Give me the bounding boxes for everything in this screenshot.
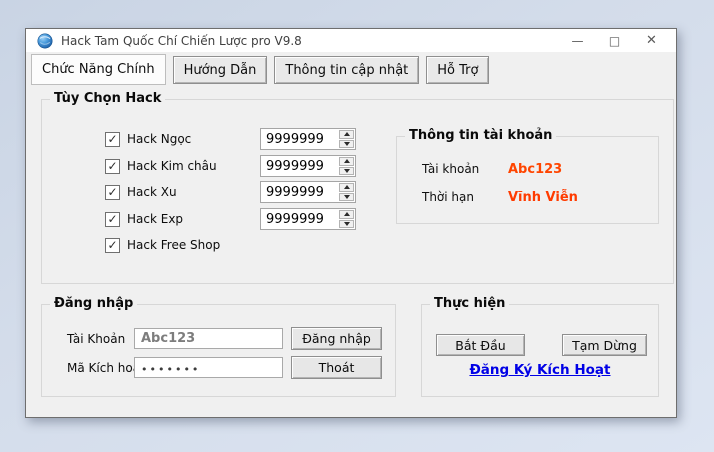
check-icon: ✓ bbox=[107, 213, 117, 225]
account-row: Tài khoản Abc123 bbox=[422, 161, 562, 177]
hack-options-title: Tùy Chọn Hack bbox=[50, 91, 165, 106]
expiry-row: Thời hạn Vĩnh Viễn bbox=[422, 189, 578, 205]
checkbox-hack-ngoc[interactable]: ✓ bbox=[105, 132, 120, 147]
checkbox-label: Hack Kim châu bbox=[127, 159, 217, 173]
spin-up-button[interactable] bbox=[339, 210, 354, 219]
spin-down-icon bbox=[344, 169, 350, 173]
username-field[interactable]: Abc123 bbox=[134, 328, 283, 349]
spin-up-button[interactable] bbox=[339, 183, 354, 192]
spin-down-button[interactable] bbox=[339, 140, 354, 149]
numeric-value[interactable]: 9999999 bbox=[261, 156, 338, 176]
numeric-hack-ngoc: 9999999 bbox=[260, 128, 356, 150]
spin-down-icon bbox=[344, 142, 350, 146]
maximize-icon[interactable]: □ bbox=[596, 29, 633, 52]
titlebar[interactable]: Hack Tam Quốc Chí Chiến Lược pro V9.8 — … bbox=[26, 29, 676, 52]
check-icon: ✓ bbox=[107, 186, 117, 198]
numeric-value[interactable]: 9999999 bbox=[261, 129, 338, 149]
spin-down-icon bbox=[344, 222, 350, 226]
spin-up-button[interactable] bbox=[339, 130, 354, 139]
tab-update-info[interactable]: Thông tin cập nhật bbox=[274, 56, 419, 84]
minimize-icon[interactable]: — bbox=[559, 29, 596, 52]
spin-down-button[interactable] bbox=[339, 220, 354, 229]
hack-row-freeshop: ✓ Hack Free Shop bbox=[105, 237, 220, 253]
account-value: Abc123 bbox=[508, 162, 562, 177]
register-activation-link[interactable]: Đăng Ký Kích Hoạt bbox=[422, 362, 658, 378]
numeric-value[interactable]: 9999999 bbox=[261, 182, 338, 202]
tab-instructions[interactable]: Hướng Dẫn bbox=[173, 56, 268, 84]
activation-code-field[interactable]: ••••••• bbox=[134, 357, 283, 378]
checkbox-label: Hack Xu bbox=[127, 185, 177, 199]
numeric-value[interactable]: 9999999 bbox=[261, 209, 338, 229]
spin-up-icon bbox=[344, 185, 350, 189]
tab-bar: Chức Năng Chính Hướng Dẫn Thông tin cập … bbox=[31, 54, 489, 85]
exit-button[interactable]: Thoát bbox=[291, 356, 382, 379]
checkbox-hack-kimchau[interactable]: ✓ bbox=[105, 159, 120, 174]
login-title: Đăng nhập bbox=[50, 296, 137, 311]
start-button[interactable]: Bắt Đầu bbox=[436, 334, 525, 356]
tab-main-functions[interactable]: Chức Năng Chính bbox=[31, 54, 166, 85]
hack-row-kimchau: ✓ Hack Kim châu bbox=[105, 158, 217, 174]
checkbox-hack-xu[interactable]: ✓ bbox=[105, 185, 120, 200]
numeric-hack-kimchau: 9999999 bbox=[260, 155, 356, 177]
username-label: Tài Khoản bbox=[67, 332, 125, 346]
execute-title: Thực hiện bbox=[430, 296, 509, 311]
checkbox-label: Hack Free Shop bbox=[127, 238, 220, 252]
expiry-value: Vĩnh Viễn bbox=[508, 190, 578, 205]
spin-up-icon bbox=[344, 132, 350, 136]
login-group: Đăng nhập Tài Khoản Abc123 Đăng nhập Mã … bbox=[41, 304, 396, 397]
spinner bbox=[338, 209, 355, 229]
hack-row-exp: ✓ Hack Exp bbox=[105, 211, 183, 227]
window-title: Hack Tam Quốc Chí Chiến Lược pro V9.8 bbox=[61, 34, 302, 48]
spinner bbox=[338, 129, 355, 149]
account-info-title: Thông tin tài khoản bbox=[405, 128, 556, 143]
account-label: Tài khoản bbox=[422, 162, 482, 176]
checkbox-label: Hack Exp bbox=[127, 212, 183, 226]
app-window: Hack Tam Quốc Chí Chiến Lược pro V9.8 — … bbox=[25, 28, 677, 418]
caption-buttons: — □ ✕ bbox=[559, 29, 670, 52]
numeric-hack-xu: 9999999 bbox=[260, 181, 356, 203]
expiry-label: Thời hạn bbox=[422, 190, 482, 204]
spinner bbox=[338, 156, 355, 176]
checkbox-hack-freeshop[interactable]: ✓ bbox=[105, 238, 120, 253]
account-info-group: Thông tin tài khoản Tài khoản Abc123 Thờ… bbox=[396, 136, 659, 224]
login-button[interactable]: Đăng nhập bbox=[291, 327, 382, 350]
app-globe-icon bbox=[37, 33, 53, 49]
desktop-background: Hack Tam Quốc Chí Chiến Lược pro V9.8 — … bbox=[0, 0, 714, 452]
check-icon: ✓ bbox=[107, 160, 117, 172]
tab-support[interactable]: Hỗ Trợ bbox=[426, 56, 489, 84]
checkbox-hack-exp[interactable]: ✓ bbox=[105, 212, 120, 227]
numeric-hack-exp: 9999999 bbox=[260, 208, 356, 230]
spin-up-icon bbox=[344, 212, 350, 216]
checkbox-label: Hack Ngọc bbox=[127, 132, 191, 146]
spin-up-button[interactable] bbox=[339, 157, 354, 166]
check-icon: ✓ bbox=[107, 239, 117, 251]
close-icon[interactable]: ✕ bbox=[633, 29, 670, 52]
execute-group: Thực hiện Bắt Đầu Tạm Dừng Đăng Ký Kích … bbox=[421, 304, 659, 397]
spin-down-icon bbox=[344, 195, 350, 199]
spin-up-icon bbox=[344, 159, 350, 163]
spin-down-button[interactable] bbox=[339, 167, 354, 176]
spin-down-button[interactable] bbox=[339, 193, 354, 202]
spinner bbox=[338, 182, 355, 202]
check-icon: ✓ bbox=[107, 133, 117, 145]
pause-button[interactable]: Tạm Dừng bbox=[562, 334, 647, 356]
hack-row-ngoc: ✓ Hack Ngọc bbox=[105, 131, 191, 147]
hack-row-xu: ✓ Hack Xu bbox=[105, 184, 177, 200]
